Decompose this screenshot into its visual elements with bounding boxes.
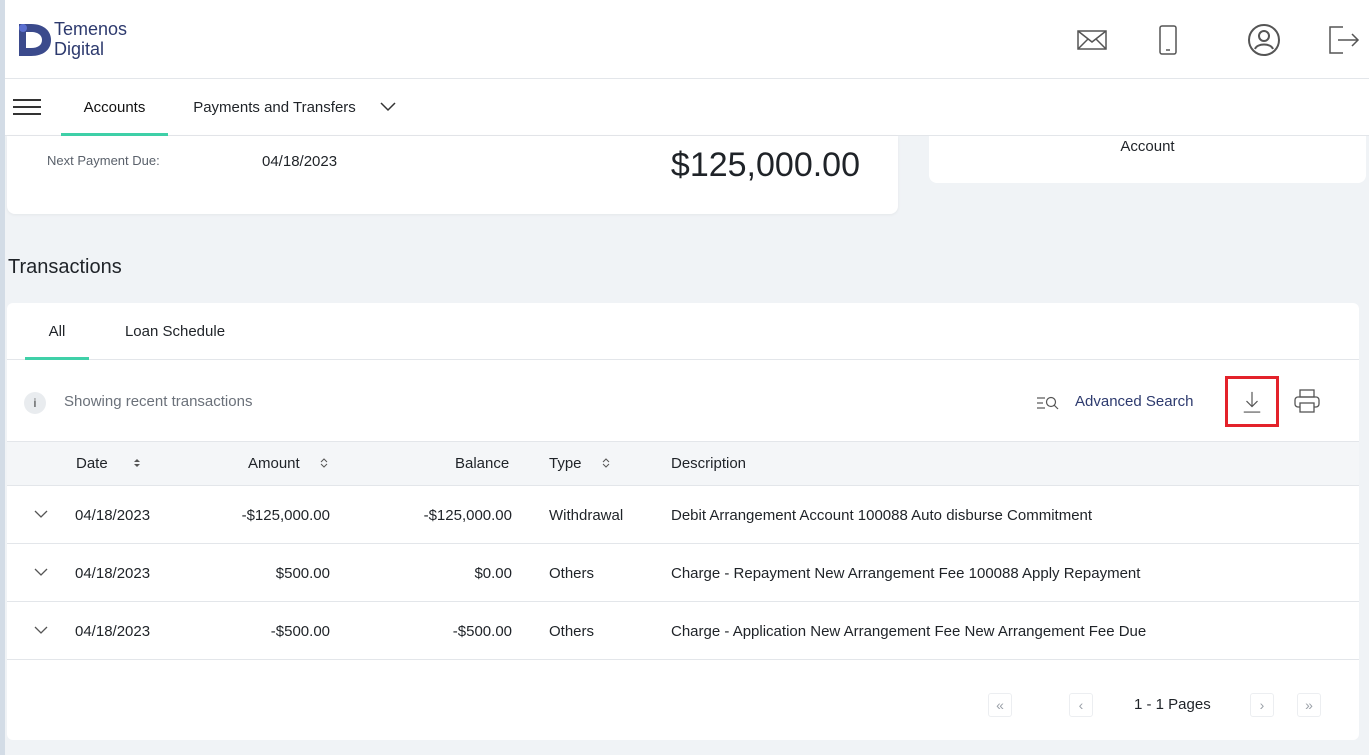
next-page-button[interactable]: › xyxy=(1250,693,1274,717)
row-type: Withdrawal xyxy=(549,507,624,524)
tab-loan-schedule[interactable]: Loan Schedule xyxy=(111,303,239,360)
row-date: 04/18/2023 xyxy=(75,507,151,524)
row-date: 04/18/2023 xyxy=(75,623,151,640)
row-description: Charge - Application New Arrangement Fee… xyxy=(671,623,1147,640)
transactions-card: All Loan Schedule i Showing recent trans… xyxy=(7,303,1359,740)
temenos-logo-icon[interactable] xyxy=(17,20,53,60)
chevron-down-icon[interactable] xyxy=(33,624,49,636)
transaction-tabs: All Loan Schedule xyxy=(7,303,1359,360)
sort-icon[interactable] xyxy=(132,456,142,470)
nav-tab-accounts[interactable]: Accounts xyxy=(61,79,168,136)
column-header-balance: Balance xyxy=(455,455,510,472)
brand-name[interactable]: Temenos Digital xyxy=(54,19,127,59)
row-date: 04/18/2023 xyxy=(75,565,151,582)
row-amount: -$125,000.00 xyxy=(241,507,330,524)
column-header-amount[interactable]: Amount xyxy=(248,455,300,472)
advanced-search-link[interactable]: Advanced Search xyxy=(1075,393,1193,410)
user-profile-icon[interactable] xyxy=(1246,22,1282,58)
sort-icon[interactable] xyxy=(601,456,611,470)
table-row[interactable]: 04/18/2023 -$500.00 -$500.00 Others Char… xyxy=(7,602,1359,660)
nav-tab-label: Payments and Transfers xyxy=(193,99,356,116)
sort-icon[interactable] xyxy=(319,456,329,470)
table-row[interactable]: 04/18/2023 $500.00 $0.00 Others Charge -… xyxy=(7,544,1359,602)
mail-icon[interactable] xyxy=(1074,22,1110,58)
mobile-icon[interactable] xyxy=(1150,22,1186,58)
row-type: Others xyxy=(549,565,595,582)
chevron-down-icon[interactable] xyxy=(379,97,397,115)
pagination: « ‹ 1 - 1 Pages › » xyxy=(7,683,1359,727)
column-header-description: Description xyxy=(671,455,747,472)
row-amount: $500.00 xyxy=(275,565,330,582)
table-row[interactable]: 04/18/2023 -$125,000.00 -$125,000.00 Wit… xyxy=(7,486,1359,544)
row-balance: -$125,000.00 xyxy=(423,507,512,524)
hamburger-menu-icon[interactable] xyxy=(13,99,41,117)
account-amount: $125,000.00 xyxy=(670,146,860,184)
info-text: Showing recent transactions xyxy=(64,393,253,410)
next-payment-label: Next Payment Due: xyxy=(47,153,160,168)
advanced-search-icon[interactable] xyxy=(1036,393,1060,413)
column-header-type[interactable]: Type xyxy=(549,455,582,472)
row-balance: -$500.00 xyxy=(452,623,512,640)
chevron-down-icon[interactable] xyxy=(33,566,49,578)
account-summary-card: Next Payment Due: 04/18/2023 $125,000.00 xyxy=(7,136,898,214)
download-icon xyxy=(1243,391,1261,413)
column-header-date[interactable]: Date xyxy=(76,455,108,472)
first-page-button[interactable]: « xyxy=(988,693,1012,717)
print-icon[interactable] xyxy=(1293,388,1321,414)
app-header: Temenos Digital xyxy=(5,0,1369,79)
chevron-down-icon[interactable] xyxy=(33,508,49,520)
page-indicator: 1 - 1 Pages xyxy=(1134,696,1211,713)
download-button[interactable] xyxy=(1225,376,1279,427)
side-card-text: Account xyxy=(1120,138,1175,155)
main-nav: Accounts Payments and Transfers xyxy=(5,79,1369,136)
transactions-toolbar: i Showing recent transactions Advanced S… xyxy=(7,360,1359,441)
tab-label: All xyxy=(48,323,66,340)
logout-icon[interactable] xyxy=(1325,22,1361,58)
row-amount: -$500.00 xyxy=(270,623,330,640)
next-payment-value: 04/18/2023 xyxy=(262,153,338,170)
transactions-title: Transactions xyxy=(8,256,122,278)
info-icon: i xyxy=(24,392,46,414)
nav-tab-payments-transfers[interactable]: Payments and Transfers xyxy=(188,79,361,136)
nav-tab-label: Accounts xyxy=(83,99,146,116)
tab-label: Loan Schedule xyxy=(124,323,226,340)
brand-line-1: Temenos xyxy=(54,19,128,39)
brand-line-2: Digital xyxy=(54,39,105,59)
row-description: Charge - Repayment New Arrangement Fee 1… xyxy=(671,565,1141,582)
row-type: Others xyxy=(549,623,595,640)
prev-page-button[interactable]: ‹ xyxy=(1069,693,1093,717)
last-page-button[interactable]: » xyxy=(1297,693,1321,717)
account-side-card: Account xyxy=(929,136,1366,183)
tab-all[interactable]: All xyxy=(25,303,89,360)
row-balance: $0.00 xyxy=(474,565,512,582)
row-description: Debit Arrangement Account 100088 Auto di… xyxy=(671,507,1093,524)
table-header: Date Amount Balance Type Description xyxy=(7,441,1359,486)
